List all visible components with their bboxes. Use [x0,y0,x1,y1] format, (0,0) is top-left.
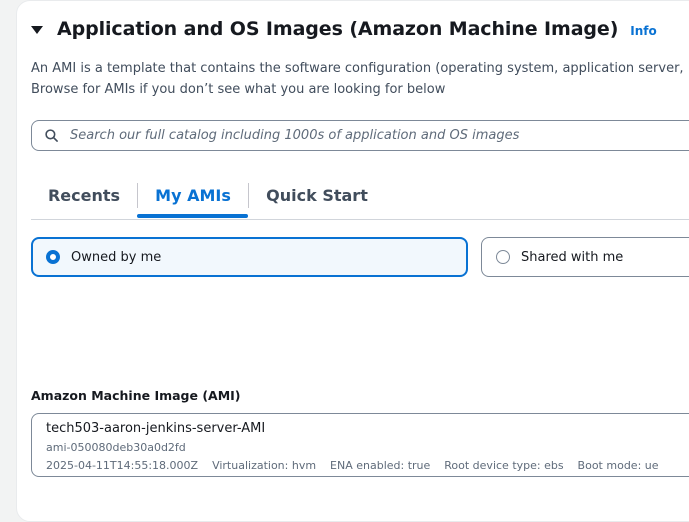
ami-field-label: Amazon Machine Image (AMI) [31,388,241,403]
description-line-2: Browse for AMIs if you don’t see what yo… [31,82,446,97]
tab-quick-start[interactable]: Quick Start [249,172,385,218]
ami-search-box[interactable] [31,120,689,151]
ami-details: 2025-04-11T14:55:18.000Z Virtualization:… [46,459,659,472]
radio-unselected-icon[interactable] [496,250,510,264]
description-line-1: An AMI is a template that contains the s… [31,61,684,76]
section-header: Application and OS Images (Amazon Machin… [31,18,657,40]
shared-with-me-option[interactable]: Shared with me [481,237,689,277]
owned-by-me-label: Owned by me [71,249,162,265]
search-input[interactable] [70,128,670,143]
info-link[interactable]: Info [630,24,656,38]
section-description: An AMI is a template that contains the s… [31,58,684,100]
caret-down-icon[interactable] [31,25,43,34]
section-title: Application and OS Images (Amazon Machin… [57,18,619,40]
ami-id: ami-050080deb30a0d2fd [46,441,186,454]
ami-name: tech503-aaron-jenkins-server-AMI [46,421,266,436]
tab-recents[interactable]: Recents [31,172,137,218]
owned-by-me-option[interactable]: Owned by me [31,237,468,277]
active-tab-indicator [137,214,248,218]
radio-selected-icon[interactable] [46,250,60,264]
search-icon [45,129,58,142]
shared-with-me-label: Shared with me [521,249,624,265]
tab-my-amis[interactable]: My AMIs [138,172,248,218]
ami-select[interactable]: tech503-aaron-jenkins-server-AMI ami-050… [31,413,689,477]
ami-tabs: Recents My AMIs Quick Start [31,172,689,220]
